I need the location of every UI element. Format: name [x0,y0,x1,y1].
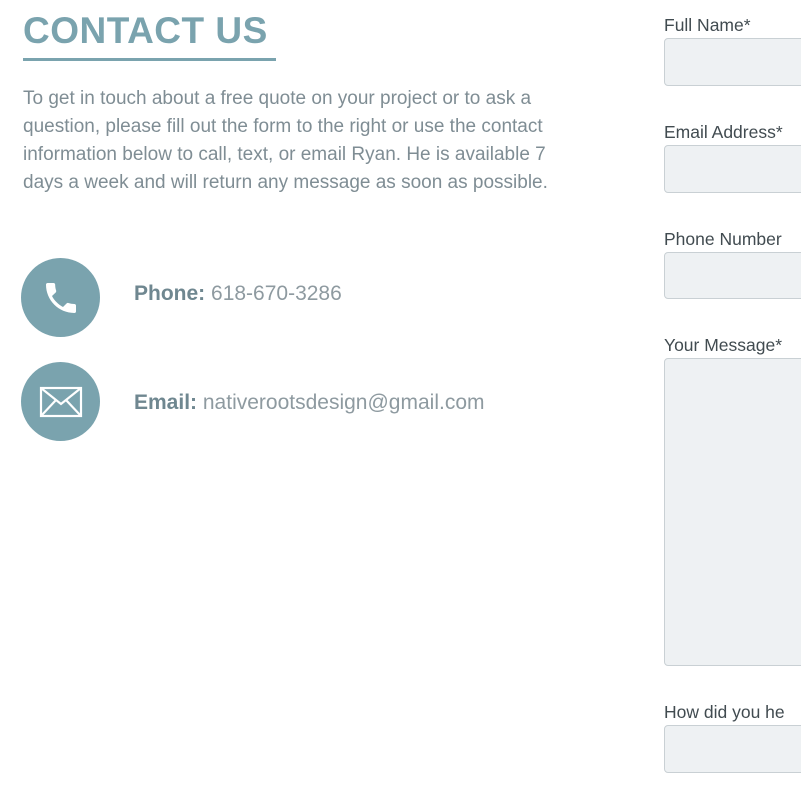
email-contact: Email: nativerootsdesign@gmail.com [134,390,485,416]
phone-number[interactable]: 618-670-3286 [211,282,342,305]
phone-contact: Phone: 618-670-3286 [134,281,342,307]
phone-field[interactable] [664,252,801,299]
full-name-field[interactable] [664,38,801,86]
referral-field[interactable] [664,725,801,773]
phone-icon [45,282,76,313]
intro-text: To get in touch about a free quote on yo… [23,88,548,193]
full-name-label: Full Name* [664,15,751,35]
message-label: Your Message* [664,335,783,355]
email-field[interactable] [664,145,801,193]
email-address-label: Email Address* [664,122,783,142]
page-title: CONTACT US [23,10,268,51]
referral-label: How did you he [664,702,785,722]
email-label: Email: [134,391,198,414]
phone-label: Phone: [134,282,206,305]
title-underline [23,58,276,61]
message-textarea[interactable] [664,358,801,666]
email-icon-badge [21,362,100,441]
email-address[interactable]: nativerootsdesign@gmail.com [203,391,485,414]
envelope-icon [39,386,82,417]
phone-number-label: Phone Number [664,229,782,249]
phone-icon-badge [21,258,100,337]
